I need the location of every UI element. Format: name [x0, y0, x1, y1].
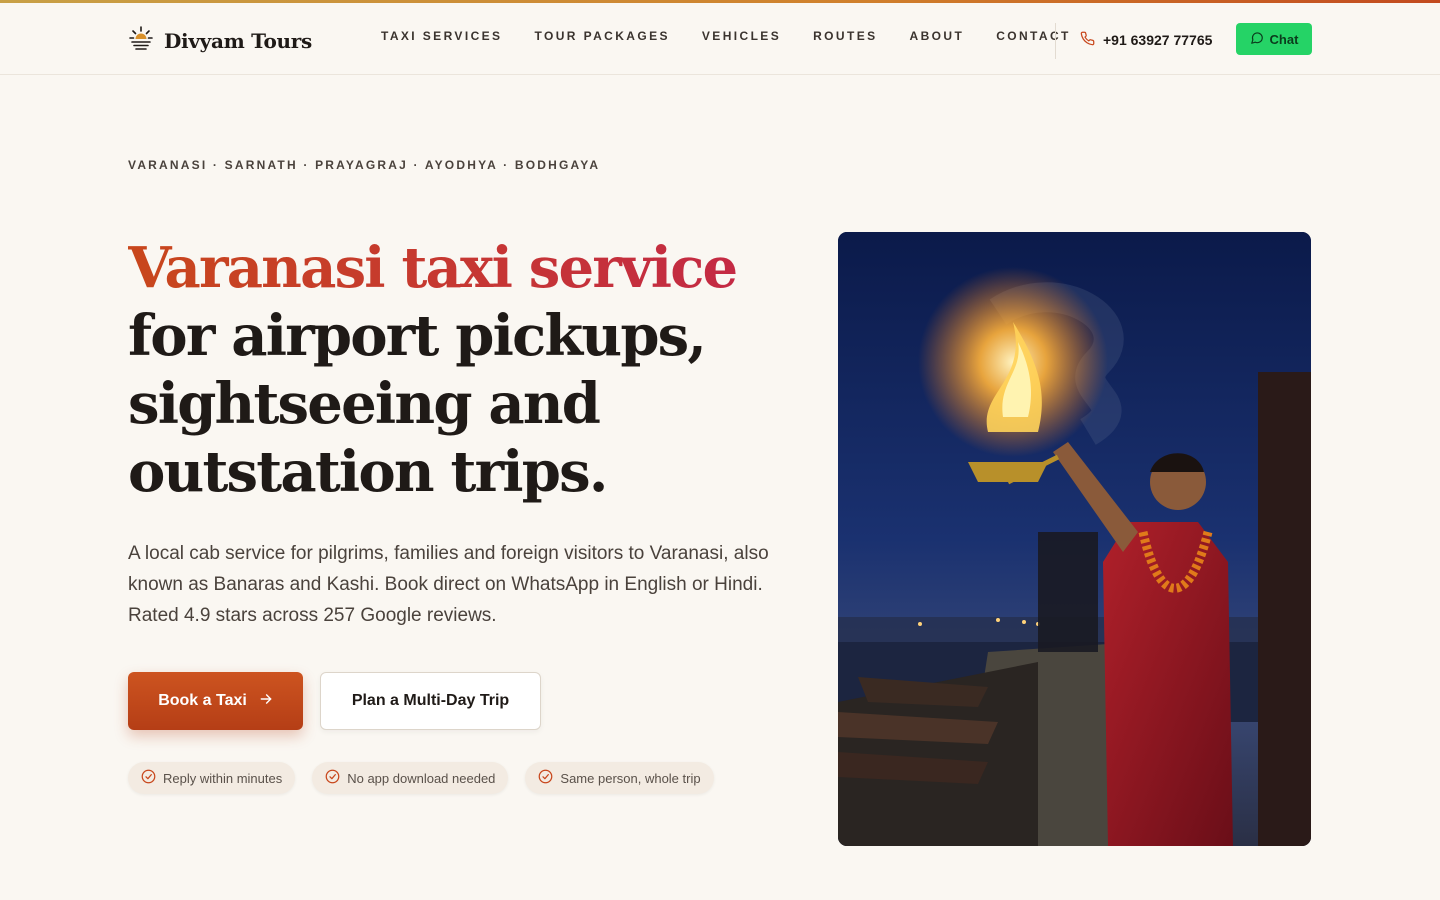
trust-badge: Same person, whole trip	[525, 762, 714, 794]
brand-name: Divyam Tours	[164, 28, 312, 53]
trust-badge: No app download needed	[312, 762, 509, 794]
chat-button-label: Chat	[1269, 31, 1299, 47]
nav-item-vehicles[interactable]: VEHICLES	[702, 29, 781, 43]
trust-badge: Reply within minutes	[128, 762, 296, 794]
nav-item-routes[interactable]: ROUTES	[813, 29, 877, 43]
brand-logo-link[interactable]: Divyam Tours	[128, 25, 312, 56]
check-circle-icon	[141, 769, 156, 787]
phone-link[interactable]: +91 63927 77765	[1080, 31, 1212, 49]
nav-item-contact[interactable]: CONTACT	[996, 29, 1071, 43]
trust-badge-label: No app download needed	[347, 770, 496, 786]
check-circle-icon	[538, 769, 553, 787]
nav-item-about[interactable]: ABOUT	[910, 29, 965, 43]
hero-description: A local cab service for pilgrims, famili…	[128, 543, 769, 626]
site-header: Divyam Tours TAXI SERVICES TOUR PACKAGES…	[0, 3, 1440, 75]
book-taxi-button[interactable]: Book a Taxi	[128, 672, 303, 730]
trust-badges: Reply within minutes No app download nee…	[128, 762, 714, 794]
trust-badge-label: Reply within minutes	[163, 770, 283, 786]
hero-title-accent: Varanasi taxi service	[128, 235, 738, 301]
hero-photo-aarti	[838, 232, 1311, 846]
phone-number: +91 63927 77765	[1103, 32, 1213, 48]
arrow-right-icon	[259, 692, 273, 711]
hero-title-rest: for airport pickups, sightseeing and out…	[128, 303, 707, 505]
nav-item-tour-packages[interactable]: TOUR PACKAGES	[534, 29, 669, 43]
nav-item-taxi-services[interactable]: TAXI SERVICES	[381, 29, 502, 43]
trust-badge-label: Same person, whole trip	[560, 770, 701, 786]
check-circle-icon	[325, 769, 340, 787]
header-divider	[1055, 23, 1056, 59]
destinations-eyebrow: VARANASI · SARNATH · PRAYAGRAJ · AYODHYA…	[128, 158, 601, 172]
main-nav: TAXI SERVICES TOUR PACKAGES VEHICLES ROU…	[381, 29, 1103, 43]
sun-rays-icon	[128, 25, 154, 56]
chat-button[interactable]: Chat	[1236, 23, 1312, 55]
phone-icon	[1080, 31, 1095, 49]
book-taxi-label: Book a Taxi	[158, 692, 247, 709]
hero-title: Varanasi taxi service for airport pickup…	[128, 234, 828, 506]
plan-trip-label: Plan a Multi-Day Trip	[351, 692, 510, 709]
plan-trip-button[interactable]: Plan a Multi-Day Trip	[320, 672, 541, 730]
message-circle-icon	[1250, 31, 1264, 48]
